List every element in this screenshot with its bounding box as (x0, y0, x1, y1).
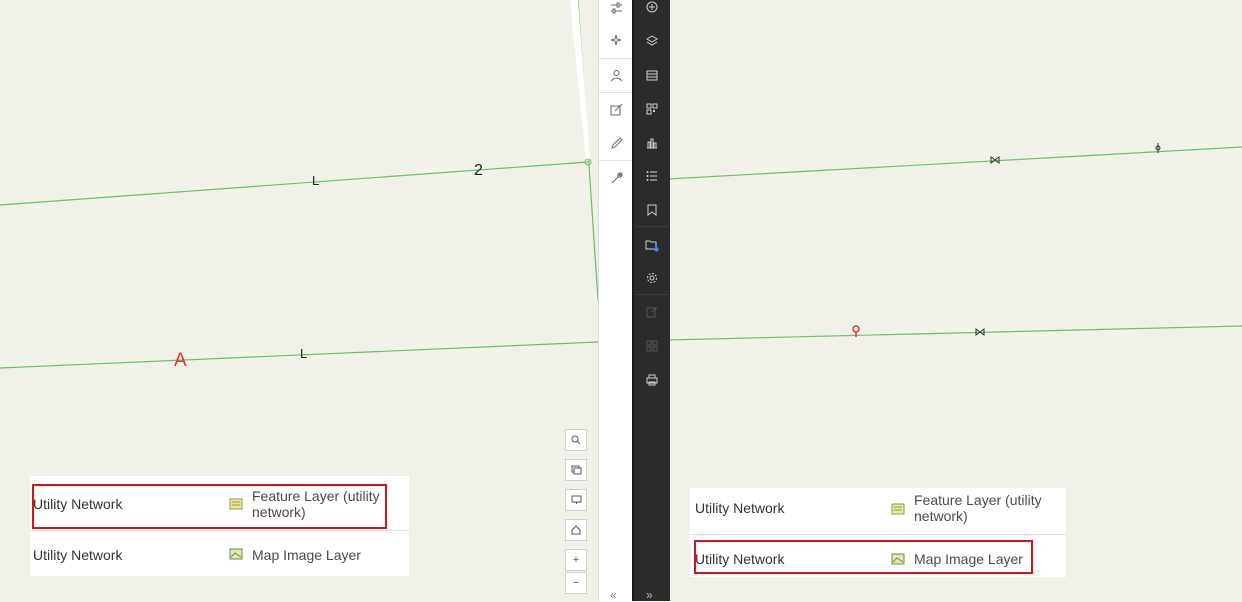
pipe-line (0, 341, 599, 369)
pipe-line (667, 325, 1242, 341)
pipe-line (667, 146, 1242, 180)
layer-name: Utility Network (33, 547, 123, 563)
zoom-out-button[interactable]: − (565, 572, 587, 594)
layers-icon[interactable] (640, 29, 664, 53)
list-icon[interactable] (640, 164, 664, 188)
valve-symbol (990, 156, 1000, 164)
edit-icon[interactable] (604, 97, 628, 121)
home-button[interactable] (565, 519, 587, 541)
qr-grid-icon[interactable] (640, 97, 664, 121)
search-icon (571, 435, 581, 445)
user-group-icon[interactable] (604, 63, 628, 87)
map-label: L (312, 173, 320, 188)
zoom-in-button[interactable]: + (565, 549, 587, 571)
highlight-box (694, 540, 1033, 574)
collapse-toolbar-button[interactable]: « (610, 588, 617, 602)
layer-name: Utility Network (695, 500, 785, 516)
gear-icon[interactable] (640, 266, 664, 290)
home-icon (571, 525, 581, 535)
bookmark-icon[interactable] (640, 198, 664, 222)
add-circle-icon[interactable] (640, 0, 664, 19)
pen-icon[interactable] (604, 131, 628, 155)
feature-layer-icon (891, 503, 905, 515)
sliders-icon[interactable] (604, 0, 628, 20)
layer-swap-button[interactable] (565, 459, 587, 481)
export-icon (640, 300, 664, 324)
table-icon[interactable] (640, 63, 664, 87)
divider (599, 92, 633, 93)
table-row[interactable]: Utility Network Feature Layer (utility n… (690, 488, 1066, 535)
highlight-box (32, 484, 387, 529)
map-label: A (174, 350, 187, 371)
map-label: 2 (474, 162, 483, 179)
grid-icon (640, 334, 664, 358)
pipe-line (0, 161, 589, 206)
map-label: L (300, 346, 308, 361)
sparkle-icon[interactable] (604, 28, 628, 52)
search-button[interactable] (565, 429, 587, 451)
map-image-layer-icon (229, 548, 243, 560)
layer-swap-icon (571, 465, 581, 475)
left-widget-toolbar: « (598, 0, 633, 602)
divider (636, 226, 668, 227)
monitor-icon (571, 495, 581, 504)
wrench-icon[interactable] (604, 166, 628, 190)
divider (599, 58, 633, 59)
folder-badge-icon[interactable] (640, 233, 664, 257)
layer-type: Map Image Layer (252, 547, 361, 563)
dark-widget-toolbar: » (632, 0, 670, 602)
divider (636, 294, 668, 295)
divider (599, 160, 633, 161)
fullscreen-button[interactable] (565, 489, 587, 511)
table-row[interactable]: Utility Network Map Image Layer (30, 531, 409, 576)
bar-chart-icon[interactable] (640, 131, 664, 155)
print-icon[interactable] (640, 368, 664, 392)
layer-type: Feature Layer (utility network) (914, 492, 1042, 524)
expand-toolbar-button[interactable]: » (646, 588, 653, 602)
